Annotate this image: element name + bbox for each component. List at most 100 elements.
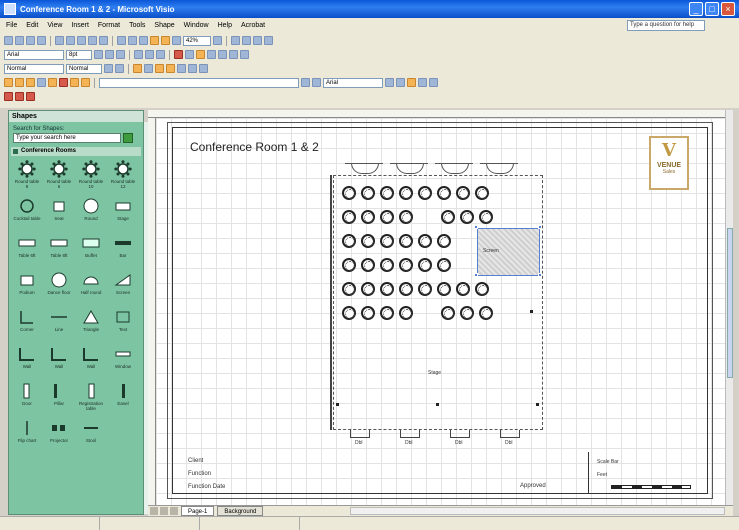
left-wall[interactable]	[330, 175, 333, 430]
stencil-title[interactable]: Conference Rooms	[11, 147, 141, 156]
stencil-shape[interactable]: Registration table	[77, 380, 105, 415]
stencil-shape[interactable]: Projector	[45, 417, 73, 452]
track-icon[interactable]	[15, 92, 24, 101]
round-table[interactable]	[418, 282, 432, 296]
layout-icon[interactable]	[231, 36, 240, 45]
fill-color-icon[interactable]	[196, 50, 205, 59]
connector-icon[interactable]	[128, 36, 137, 45]
italic-icon[interactable]	[105, 50, 114, 59]
stencil-shape[interactable]: Text	[109, 306, 137, 341]
stencil-shape[interactable]: Half round	[77, 269, 105, 304]
round-table[interactable]	[437, 186, 451, 200]
search-go-icon[interactable]	[123, 133, 133, 143]
size-icon[interactable]	[385, 78, 394, 87]
round-table[interactable]	[441, 210, 455, 224]
round-table[interactable]	[399, 282, 413, 296]
stencil-shape[interactable]: Round	[77, 195, 105, 230]
first-page-icon[interactable]	[150, 507, 158, 515]
menu-acrobat[interactable]: Acrobat	[241, 22, 265, 29]
round-table[interactable]	[399, 234, 413, 248]
line-pattern-icon[interactable]	[218, 50, 227, 59]
round-table[interactable]	[361, 234, 375, 248]
redo-icon[interactable]	[99, 36, 108, 45]
round-table[interactable]	[418, 186, 432, 200]
tab-page-1[interactable]: Page-1	[181, 506, 215, 516]
round-table[interactable]	[437, 234, 451, 248]
bold-icon[interactable]	[94, 50, 103, 59]
menu-edit[interactable]: Edit	[26, 22, 38, 29]
stencil-shape[interactable]: Wall	[13, 343, 41, 378]
align-right-icon[interactable]	[156, 50, 165, 59]
round-table[interactable]	[437, 258, 451, 272]
maximize-button[interactable]: □	[705, 2, 719, 16]
round-table[interactable]	[479, 306, 493, 320]
rotate-icon[interactable]	[188, 64, 197, 73]
pillar-marker[interactable]	[436, 403, 439, 406]
round-table[interactable]	[342, 186, 356, 200]
pointer-icon[interactable]	[117, 36, 126, 45]
round-table[interactable]	[418, 258, 432, 272]
round-table[interactable]	[361, 306, 375, 320]
bring-front-icon[interactable]	[301, 78, 310, 87]
comment-icon[interactable]	[26, 92, 35, 101]
print-icon[interactable]	[37, 36, 46, 45]
grid-icon[interactable]	[155, 64, 164, 73]
markup-icon[interactable]	[4, 92, 13, 101]
distribute-icon[interactable]	[253, 36, 262, 45]
pencil-tool-icon[interactable]	[4, 78, 13, 87]
round-table[interactable]	[380, 234, 394, 248]
stamp-tool-icon[interactable]	[48, 78, 57, 87]
paste-icon[interactable]	[77, 36, 86, 45]
door-top-3[interactable]	[435, 163, 473, 175]
door-top-4[interactable]	[480, 163, 518, 175]
stencil-shape[interactable]: Flip chart	[13, 417, 41, 452]
close-button[interactable]: ×	[721, 2, 735, 16]
door-marker-bottom[interactable]	[350, 430, 370, 438]
round-table[interactable]	[399, 210, 413, 224]
style-combo[interactable]: Normal	[4, 63, 64, 74]
font-size-combo[interactable]: 8pt	[66, 49, 92, 60]
fill-icon[interactable]	[407, 78, 416, 87]
door-top-1[interactable]	[345, 163, 383, 175]
stencil-shape[interactable]: Pillar	[45, 380, 73, 415]
menu-view[interactable]: View	[47, 22, 62, 29]
font-combo-2[interactable]: Arial	[323, 77, 383, 88]
stencil-shape[interactable]: Wall	[45, 343, 73, 378]
page-name-combo[interactable]	[99, 77, 299, 88]
stencil-shape[interactable]: Round table 6	[45, 158, 73, 193]
round-table[interactable]	[380, 186, 394, 200]
save-icon[interactable]	[26, 36, 35, 45]
stencil-shape[interactable]: Door	[13, 380, 41, 415]
round-table[interactable]	[418, 234, 432, 248]
font-combo[interactable]: Arial	[4, 49, 64, 60]
stencil-shape[interactable]: Round table 10	[77, 158, 105, 193]
text-block-tool-icon[interactable]	[81, 78, 90, 87]
open-icon[interactable]	[15, 36, 24, 45]
freeform-tool-icon[interactable]	[15, 78, 24, 87]
function-date-label[interactable]: Function Date	[188, 481, 225, 494]
crop-tool-icon[interactable]	[37, 78, 46, 87]
stencil-shape[interactable]: Wall	[77, 343, 105, 378]
stencil-shape[interactable]: Corner	[13, 306, 41, 341]
door-marker-bottom[interactable]	[400, 430, 420, 438]
glue-icon[interactable]	[144, 64, 153, 73]
scale-bar-block[interactable]: Scale Bar Feet	[588, 452, 696, 494]
selection-handle[interactable]	[538, 225, 542, 229]
position-icon[interactable]	[396, 78, 405, 87]
pillar-marker[interactable]	[536, 403, 539, 406]
round-table[interactable]	[380, 306, 394, 320]
approval-label[interactable]: Approved	[520, 483, 546, 489]
menu-window[interactable]: Window	[184, 22, 209, 29]
zoom-combo[interactable]: 42%	[183, 35, 211, 46]
group-icon[interactable]	[264, 36, 273, 45]
vertical-scrollbar[interactable]	[725, 110, 733, 505]
selection-handle[interactable]	[538, 273, 542, 277]
highlight-icon[interactable]	[59, 78, 68, 87]
round-table[interactable]	[361, 282, 375, 296]
round-table[interactable]	[399, 186, 413, 200]
stencil-shape[interactable]: Screen	[109, 269, 137, 304]
round-table[interactable]	[361, 210, 375, 224]
tab-background[interactable]: Background	[217, 506, 264, 516]
round-table[interactable]	[441, 306, 455, 320]
undo-icon[interactable]	[88, 36, 97, 45]
